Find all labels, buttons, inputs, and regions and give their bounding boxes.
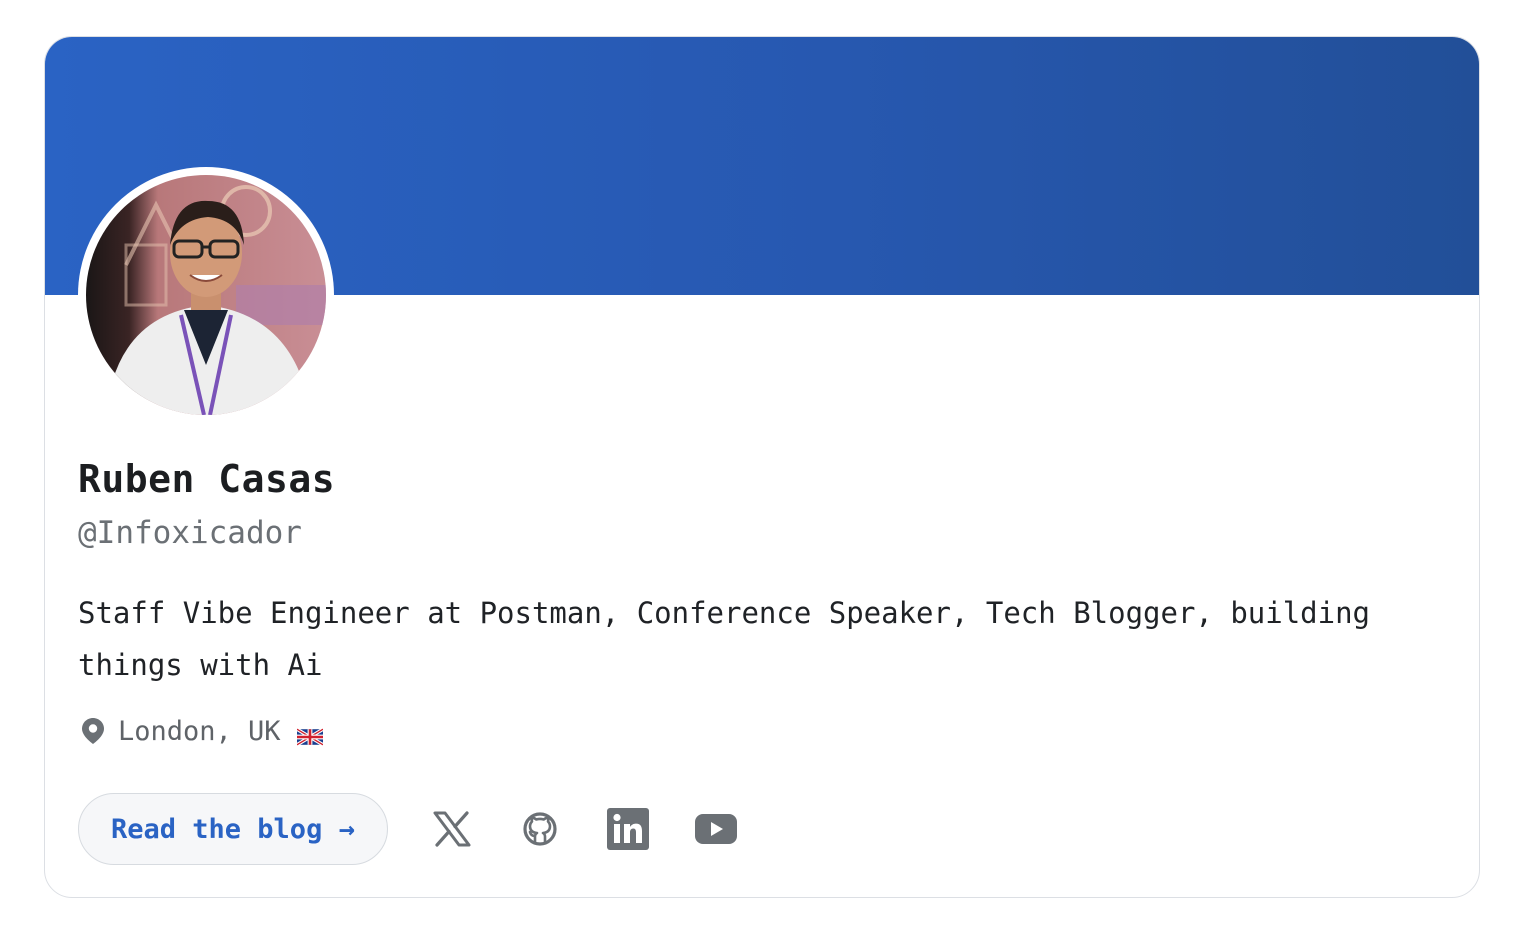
profile-card: Ruben Casas @Infoxicador Staff Vibe Engi… (44, 36, 1480, 898)
linkedin-icon[interactable] (604, 805, 652, 853)
social-links (428, 805, 780, 853)
uk-flag-icon (295, 722, 324, 747)
location-text: London, UK (118, 715, 281, 747)
avatar-photo (86, 175, 326, 415)
profile-bio: Staff Vibe Engineer at Postman, Conferen… (78, 596, 1371, 682)
profile-name: Ruben Casas (78, 457, 336, 501)
youtube-icon[interactable] (692, 805, 740, 853)
profile-handle: @Infoxicador (78, 515, 302, 551)
avatar (78, 167, 334, 423)
github-icon[interactable] (516, 805, 564, 853)
profile-location: London, UK (78, 711, 324, 751)
read-blog-button[interactable]: Read the blog → (78, 793, 388, 865)
profile-actions: Read the blog → (78, 791, 780, 867)
map-pin-icon (78, 714, 108, 748)
x-twitter-icon[interactable] (428, 805, 476, 853)
